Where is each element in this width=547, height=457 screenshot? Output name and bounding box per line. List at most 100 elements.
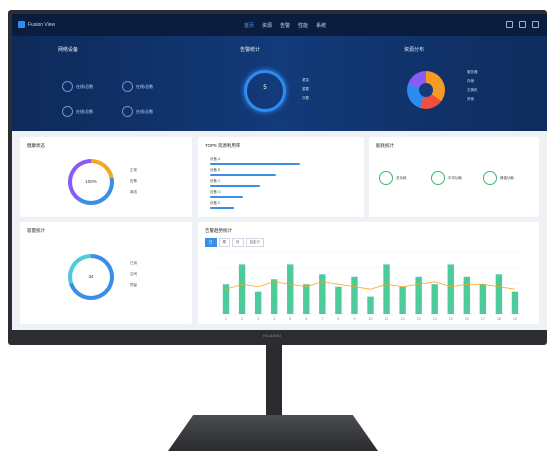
health-card: 健康状态 100% 正常 告警 离线 — [20, 137, 192, 217]
top-icons — [506, 21, 539, 28]
top5-row-label: 设备 E — [210, 201, 221, 205]
hero-center: 告警统计 — [240, 46, 260, 53]
top5-bar[interactable] — [210, 185, 260, 187]
top5-row-label: 设备 B — [210, 168, 221, 172]
top5-bar[interactable] — [210, 207, 234, 209]
x-tick-label: 18 — [497, 317, 501, 321]
energy-node[interactable]: 峰值功耗 — [483, 171, 514, 185]
trend-bar — [431, 284, 438, 314]
capacity-card-title: 容量统计 — [27, 228, 45, 233]
app-title: Fusion View — [28, 21, 56, 28]
x-tick-label: 6 — [305, 317, 307, 321]
hero-right-title: 资源分布 — [404, 47, 425, 53]
brand-label: HUAWEI — [263, 333, 282, 338]
trend-bar — [383, 264, 390, 314]
alarm-legend: 紧急 重要 次要 — [302, 78, 309, 100]
x-tick-label: 13 — [417, 317, 421, 321]
monitor-stand-neck — [266, 345, 282, 420]
energy-card-title: 能耗统计 — [376, 143, 394, 148]
nav-item-alarms[interactable]: 告警 — [280, 22, 290, 29]
energy-node[interactable]: 平均功耗 — [431, 171, 462, 185]
x-tick-label: 5 — [289, 317, 291, 321]
trend-bar — [479, 284, 487, 314]
capacity-ring[interactable]: 34 — [68, 254, 114, 300]
power-icon — [483, 171, 497, 185]
x-tick-label: 11 — [385, 317, 389, 321]
top5-row-label: 设备 C — [210, 179, 221, 183]
trend-bar — [399, 286, 406, 314]
app-logo: Fusion View — [18, 21, 55, 28]
x-tick-label: 7 — [321, 317, 323, 321]
top-bar: Fusion View 首页 资源 告警 性能 系统 — [12, 14, 547, 36]
health-legend: 正常 告警 离线 — [130, 168, 137, 194]
main-nav: 首页 资源 告警 性能 系统 — [244, 22, 326, 29]
top5-card-title: TOP5 资源利用率 — [205, 143, 241, 148]
trend-bar — [495, 274, 503, 314]
energy-card: 能耗统计 总功耗 平均功耗 峰值功耗 — [369, 137, 539, 217]
trend-bar — [319, 274, 326, 314]
trend-bar — [447, 264, 454, 314]
x-tick-label: 8 — [337, 317, 339, 321]
server-icon — [62, 81, 73, 92]
top5-bar[interactable] — [210, 196, 243, 198]
x-tick-label: 2 — [241, 317, 243, 321]
trend-chart: 1 2 3 4 5 6 7 8 9 10 11 12 13 14 15 16 17 18 19 — [218, 251, 523, 321]
health-ring[interactable]: 100% — [68, 159, 114, 205]
storage-icon — [122, 81, 133, 92]
power-icon — [379, 171, 393, 185]
dashboard-screen: Fusion View 首页 资源 告警 性能 系统 网络设备 在线/总数 在线… — [12, 14, 547, 330]
x-tick-label: 14 — [433, 317, 437, 321]
nav-item-performance[interactable]: 性能 — [298, 22, 308, 29]
hero-left: 网络设备 — [58, 46, 78, 53]
energy-node[interactable]: 总功耗 — [379, 171, 407, 185]
trend-bar — [367, 296, 374, 314]
trend-bar — [254, 291, 262, 314]
trend-bar — [463, 276, 471, 314]
alarm-total-ring[interactable]: 5 — [244, 70, 286, 112]
x-tick-label: 17 — [481, 317, 485, 321]
x-tick-label: 15 — [449, 317, 453, 321]
trend-bar — [238, 264, 246, 314]
capacity-card: 容量统计 34 已用 空闲 预留 — [20, 222, 192, 324]
x-tick-label: 1 — [225, 317, 227, 321]
stat-item[interactable]: 在线/总数 — [62, 106, 93, 117]
hero-center-title: 告警统计 — [240, 47, 261, 53]
top5-row-label: 设备 A — [210, 157, 221, 161]
stat-item[interactable]: 在线/总数 — [122, 106, 153, 117]
settings-icon[interactable] — [519, 21, 526, 28]
top5-card: TOP5 资源利用率 设备 A 设备 B 设备 C 设备 D 设备 E — [198, 137, 364, 217]
nav-item-home[interactable]: 首页 — [244, 22, 254, 29]
x-tick-label: 3 — [257, 317, 259, 321]
top5-bar[interactable] — [210, 163, 300, 165]
capacity-legend: 已用 空闲 预留 — [130, 261, 137, 287]
trend-bar — [415, 276, 422, 314]
user-icon[interactable] — [532, 21, 539, 28]
resource-pie[interactable] — [407, 71, 445, 109]
trend-bar — [335, 286, 342, 314]
capacity-ring-center: 34 — [72, 258, 110, 296]
health-ring-center: 100% — [72, 163, 110, 201]
bell-icon[interactable] — [506, 21, 513, 28]
nav-item-resources[interactable]: 资源 — [262, 22, 272, 29]
health-card-title: 健康状态 — [27, 143, 45, 148]
x-tick-label: 16 — [465, 317, 469, 321]
x-tick-label: 4 — [273, 317, 275, 321]
stat-item[interactable]: 在线/总数 — [122, 81, 153, 92]
top5-row-label: 设备 D — [210, 190, 221, 194]
trend-bar — [303, 284, 310, 314]
nav-item-system[interactable]: 系统 — [316, 22, 326, 29]
x-tick-label: 9 — [353, 317, 355, 321]
stat-item[interactable]: 在线/总数 — [62, 81, 93, 92]
hero-right: 资源分布 — [404, 46, 424, 53]
trend-bar — [351, 276, 358, 314]
x-tick-label: 12 — [401, 317, 405, 321]
power-icon — [431, 171, 445, 185]
hero-panel: 网络设备 在线/总数 在线/总数 在线/总数 在线/总数 告警统计 5 紧急 重… — [12, 36, 547, 131]
trend-bar — [511, 291, 519, 314]
x-tick-label: 10 — [369, 317, 373, 321]
hero-left-title: 网络设备 — [58, 47, 79, 53]
top5-bar[interactable] — [210, 174, 276, 176]
chassis-icon — [122, 106, 133, 117]
trend-bar — [270, 279, 278, 314]
monitor-stand-base — [168, 415, 378, 451]
